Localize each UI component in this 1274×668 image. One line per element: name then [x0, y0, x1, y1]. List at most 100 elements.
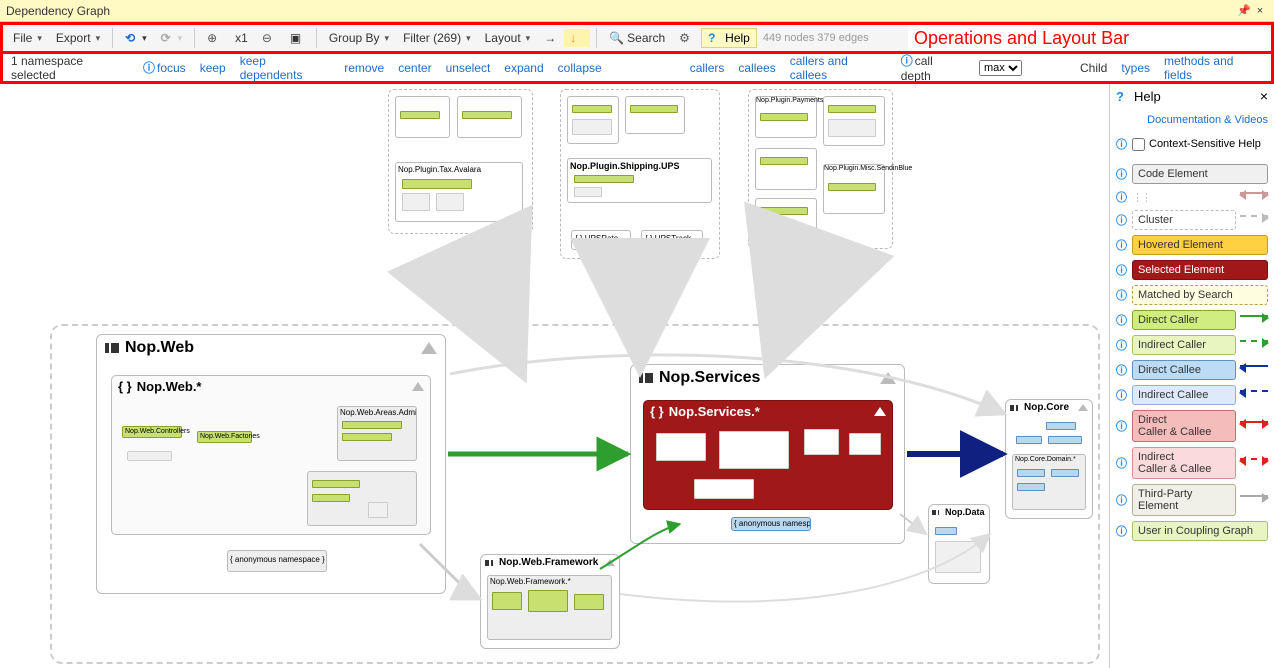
context-help-toggle[interactable]: ⓘ Context-Sensitive Help [1116, 136, 1268, 152]
nav-unselect[interactable]: unselect [446, 61, 491, 75]
cluster-label: Nop.Plugin.Tax.Avalara [396, 163, 522, 176]
chip[interactable]: Nop.Web.Factories [197, 431, 252, 443]
legend-box: Direct Callee [1132, 360, 1236, 380]
nav-center[interactable]: center [398, 61, 431, 75]
nav-remove[interactable]: remove [344, 61, 384, 75]
plugin-cluster-3[interactable]: Nop.Plugin.Payments.Square Nop.Plugin.Mi… [748, 89, 893, 249]
operations-bar-wrap: File Export ⟲▾ ⟳▾ ⊕ x1 ⊖ ▣ Group By Filt… [0, 22, 1274, 54]
nav-types[interactable]: types [1121, 61, 1150, 75]
legend-arrow [1240, 421, 1268, 431]
cluster-nop-web-framework[interactable]: Nop.Web.Framework Nop.Web.Framework.* [480, 554, 620, 649]
selection-status: 1 namespace selected [11, 54, 129, 82]
collapse-icon[interactable] [874, 407, 886, 416]
layout-down-button[interactable]: ↓ [564, 29, 590, 47]
collapse-icon[interactable] [421, 342, 437, 354]
graph-canvas[interactable]: Nop.Plugin.Tax.Avalara Nop.Plugin.Shippi… [0, 84, 1104, 668]
file-menu[interactable]: File [7, 29, 48, 47]
csh-checkbox[interactable] [1132, 138, 1145, 151]
operations-bar: File Export ⟲▾ ⟳▾ ⊕ x1 ⊖ ▣ Group By Filt… [3, 25, 908, 51]
legend-item: ⓘIndirect Caller [1116, 335, 1268, 355]
cluster-nop-web-sub[interactable]: { }Nop.Web.* Nop.Web.Controllers Nop.Web… [111, 375, 431, 535]
zoom-in-button[interactable]: ⊕ [201, 29, 227, 47]
cluster-nop-data[interactable]: Nop.Data [928, 504, 990, 584]
namespace-icon [639, 373, 653, 383]
tiny-cluster[interactable]: Nop.Web.Areas.Admin.* [337, 406, 417, 461]
close-button[interactable]: × [1252, 5, 1268, 17]
nav-callees[interactable]: callees [738, 61, 775, 75]
fit-button[interactable]: ▣ [284, 29, 310, 47]
legend-box: Direct Caller & Callee [1132, 410, 1236, 442]
legend-item: ⓘMatched by Search [1116, 285, 1268, 305]
legend-item: ⓘDirect Caller & Callee [1116, 410, 1268, 442]
nav-methods-fields[interactable]: methods and fields [1164, 54, 1263, 82]
chip[interactable] [127, 451, 172, 461]
cluster-title: Nop.Web [125, 339, 194, 357]
doc-link[interactable]: Documentation & Videos [1116, 114, 1268, 126]
search-button[interactable]: 🔍Search [603, 29, 671, 47]
legend-item: ⓘIndirect Callee [1116, 385, 1268, 405]
child-label: Child [1080, 61, 1107, 75]
tiny-cluster[interactable] [307, 471, 417, 526]
legend-arrow [1240, 390, 1268, 400]
help-button[interactable]: ?Help [701, 28, 757, 48]
cluster-nop-services-sub[interactable]: { }Nop.Services.* [643, 400, 893, 510]
nav-collapse[interactable]: collapse [558, 61, 602, 75]
annotation-ops: Operations and Layout Bar [908, 28, 1129, 49]
help-sidebar: ? Help × Documentation & Videos ⓘ Contex… [1109, 84, 1274, 668]
info-icon: ⓘ [1116, 287, 1128, 303]
legend-box: Code Element [1132, 164, 1268, 184]
cluster-nop-services[interactable]: Nop.Services { }Nop.Services.* { anonymo… [630, 364, 905, 544]
search-icon: 🔍 [609, 31, 624, 45]
info-icon: ⓘ [1116, 262, 1128, 278]
legend-box: Indirect Caller & Callee [1132, 447, 1236, 479]
legend-box: Selected Element [1132, 260, 1268, 280]
anon-namespace[interactable]: { anonymous namespace } [731, 517, 811, 531]
pin-button[interactable]: 📌 [1236, 4, 1252, 17]
legend-box: Hovered Element [1132, 235, 1268, 255]
help-header: ? Help × [1116, 88, 1268, 104]
legend-arrow [1240, 192, 1268, 202]
forward-button[interactable]: ⟳▾ [155, 29, 189, 47]
legend-item: ⓘCode Element [1116, 164, 1268, 184]
nav-focus[interactable]: focus [157, 61, 186, 75]
collapse-icon[interactable] [412, 382, 424, 391]
cluster-label: Nop.Plugin.Shipping.UPS [568, 159, 711, 173]
call-depth-select[interactable]: max [979, 60, 1022, 76]
legend-arrow [1240, 365, 1268, 375]
layout-menu[interactable]: Layout [479, 29, 537, 47]
legend-item: ⓘ⋮⋮ [1116, 189, 1268, 205]
layout-next-button[interactable]: → [538, 29, 562, 47]
info-icon: ⓘ [1116, 337, 1128, 353]
zoom-level[interactable]: x1 [229, 29, 254, 47]
nav-keep-dependents[interactable]: keep dependents [240, 54, 330, 82]
legend-arrow [1240, 458, 1268, 468]
legend-arrow [1240, 215, 1268, 225]
legend-box: Cluster [1132, 210, 1236, 230]
fit-icon: ▣ [290, 31, 304, 45]
zoom-in-icon: ⊕ [207, 31, 221, 45]
plugin-cluster-ups[interactable]: Nop.Plugin.Shipping.UPS { } UPSRate { } … [560, 89, 720, 259]
nav-callers[interactable]: callers [690, 61, 725, 75]
anon-namespace[interactable]: { anonymous namespace } [227, 550, 327, 572]
cluster-nop-web[interactable]: Nop.Web { }Nop.Web.* Nop.Web.Controllers… [96, 334, 446, 594]
filter-menu[interactable]: Filter (269) [397, 29, 477, 47]
settings-button[interactable]: ⚙ [673, 29, 699, 47]
help-close-button[interactable]: × [1260, 88, 1268, 104]
chip[interactable]: Nop.Web.Controllers [122, 426, 182, 438]
nav-keep[interactable]: keep [200, 61, 226, 75]
info-icon: ⓘ [901, 54, 913, 68]
down-icon: ↓ [570, 31, 584, 45]
cluster-nop-core[interactable]: Nop.Core Nop.Core.Domain.* [1005, 399, 1093, 519]
zoom-out-button[interactable]: ⊖ [256, 29, 282, 47]
nav-callers-callees[interactable]: callers and callees [790, 54, 887, 82]
back-button[interactable]: ⟲▾ [119, 29, 153, 47]
groupby-menu[interactable]: Group By [323, 29, 395, 47]
export-menu[interactable]: Export [50, 29, 106, 47]
legend-item: ⓘHovered Element [1116, 235, 1268, 255]
plugin-cluster-1[interactable]: Nop.Plugin.Tax.Avalara [388, 89, 533, 234]
legend-box: Third-Party Element [1132, 484, 1236, 516]
collapse-icon[interactable] [880, 372, 896, 384]
nav-expand[interactable]: expand [504, 61, 543, 75]
legend-arrow [1240, 340, 1268, 350]
legend: ⓘCode Elementⓘ⋮⋮ⓘClusterⓘHovered Element… [1116, 164, 1268, 541]
